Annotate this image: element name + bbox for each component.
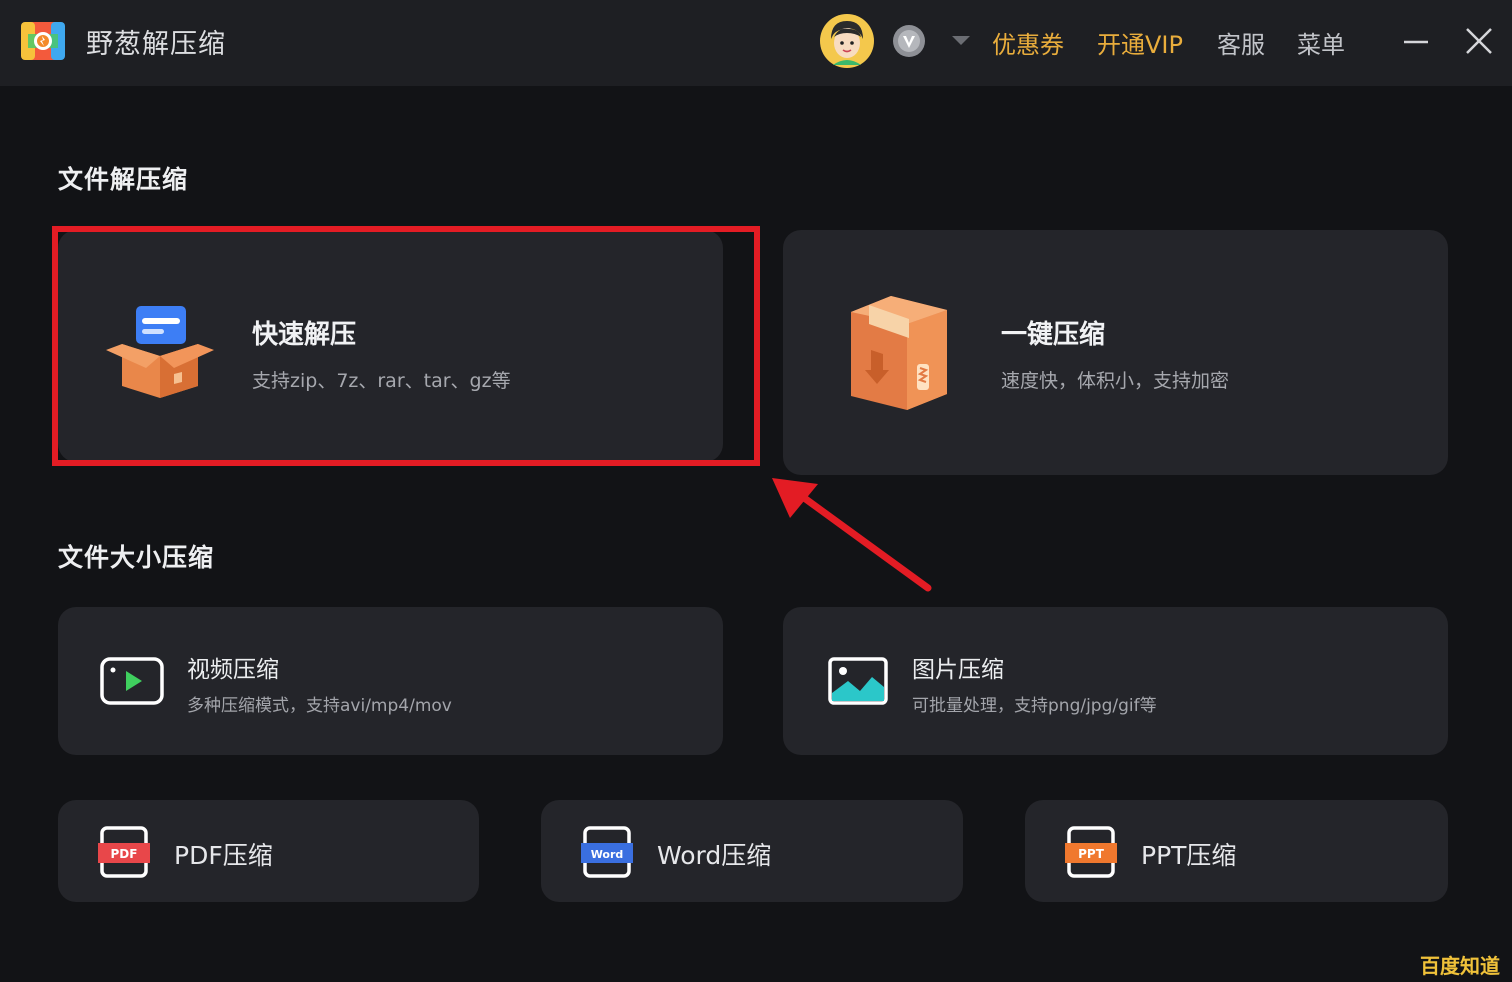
title-bar: 野葱解压缩 优惠券 开通VIP 客服 菜单: [0, 0, 1512, 86]
one-click-compress-desc: 速度快，体积小，支持加密: [1001, 370, 1230, 392]
coupon-link[interactable]: 优惠券: [992, 25, 1064, 60]
word-compress-label: Word压缩: [657, 841, 772, 870]
watermark: 百度知道: [1420, 954, 1500, 978]
customer-service-link[interactable]: 客服: [1217, 25, 1265, 60]
ppt-icon: PPT: [1065, 826, 1117, 878]
quick-extract-desc: 支持zip、7z、rar、tar、gz等: [252, 370, 511, 392]
image-compress-card[interactable]: 图片压缩 可批量处理，支持png/jpg/gif等: [783, 607, 1448, 755]
word-icon: Word: [581, 826, 633, 878]
video-compress-title: 视频压缩: [187, 657, 279, 683]
image-icon: [828, 657, 888, 705]
annotation-arrow-icon: [772, 478, 932, 592]
open-box-icon: [106, 306, 214, 398]
video-compress-desc: 多种压缩模式，支持avi/mp4/mov: [187, 696, 452, 716]
vip-badge-icon[interactable]: [892, 24, 926, 58]
closed-box-icon: [851, 296, 947, 410]
open-vip-link[interactable]: 开通VIP: [1097, 25, 1183, 60]
pdf-icon: PDF: [98, 826, 150, 878]
size-section-title: 文件大小压缩: [58, 543, 215, 572]
video-compress-card[interactable]: 视频压缩 多种压缩模式，支持avi/mp4/mov: [58, 607, 723, 755]
word-icon-text: Word: [591, 848, 624, 861]
minimize-icon[interactable]: [1397, 22, 1435, 60]
menu-link[interactable]: 菜单: [1297, 25, 1345, 60]
ppt-compress-label: PPT压缩: [1141, 841, 1237, 870]
quick-extract-title: 快速解压: [252, 320, 357, 350]
extract-section-title: 文件解压缩: [58, 165, 189, 194]
account-dropdown-caret-icon[interactable]: [952, 36, 970, 45]
word-compress-card[interactable]: Word Word压缩: [541, 800, 963, 902]
ppt-icon-text: PPT: [1078, 847, 1105, 861]
ppt-compress-card[interactable]: PPT PPT压缩: [1025, 800, 1448, 902]
pdf-compress-label: PDF压缩: [174, 841, 273, 870]
user-avatar-icon[interactable]: [819, 13, 875, 69]
close-icon[interactable]: [1460, 22, 1498, 60]
archive-logo-icon: [21, 22, 65, 60]
video-icon: [100, 657, 164, 705]
app-title: 野葱解压缩: [86, 29, 226, 60]
quick-extract-card[interactable]: 快速解压 支持zip、7z、rar、tar、gz等: [58, 230, 723, 462]
one-click-compress-title: 一键压缩: [1001, 320, 1106, 350]
image-compress-title: 图片压缩: [912, 657, 1004, 683]
image-compress-desc: 可批量处理，支持png/jpg/gif等: [912, 696, 1157, 716]
pdf-compress-card[interactable]: PDF PDF压缩: [58, 800, 479, 902]
one-click-compress-card[interactable]: 一键压缩 速度快，体积小，支持加密: [783, 230, 1448, 475]
pdf-icon-text: PDF: [111, 847, 138, 861]
